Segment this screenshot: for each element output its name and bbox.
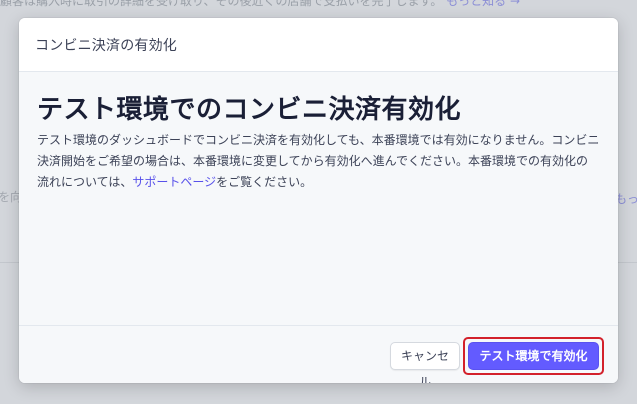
modal-description: テスト環境のダッシュボードでコンビニ決済を有効化しても、本番環境では有効になりま… xyxy=(37,130,600,193)
support-page-link[interactable]: サポートページ xyxy=(132,175,216,189)
modal-title: コンビニ決済の有効化 xyxy=(35,37,177,54)
enable-konbini-modal: コンビニ決済の有効化 テスト環境でのコンビニ決済有効化 テスト環境のダッシュボー… xyxy=(19,18,618,383)
highlight-outline: テスト環境で有効化 xyxy=(463,337,604,375)
modal-footer: キャンセル テスト環境で有効化 xyxy=(19,325,618,383)
modal-body: テスト環境でのコンビニ決済有効化 テスト環境のダッシュボードでコンビニ決済を有効… xyxy=(19,72,618,193)
enable-in-test-button[interactable]: テスト環境で有効化 xyxy=(468,342,599,370)
cancel-button[interactable]: キャンセル xyxy=(390,342,460,383)
background-description-text: 顧客は購入時に取引の詳細を受け取り、その後近くの店舗で支払いを完了します。 xyxy=(0,0,443,8)
background-right-link[interactable]: もっ xyxy=(615,190,637,207)
description-text-end: をご覧ください。 xyxy=(216,175,313,189)
learn-more-link[interactable]: もっと知る → xyxy=(446,0,520,8)
background-description: 顧客は購入時に取引の詳細を受け取り、その後近くの店舗で支払いを完了します。 もっ… xyxy=(0,0,637,11)
modal-header: コンビニ決済の有効化 xyxy=(19,18,618,72)
description-text: テスト環境のダッシュボードでコンビニ決済を有効化しても、本番環境では有効になりま… xyxy=(37,133,600,189)
modal-heading: テスト環境でのコンビニ決済有効化 xyxy=(37,95,462,125)
